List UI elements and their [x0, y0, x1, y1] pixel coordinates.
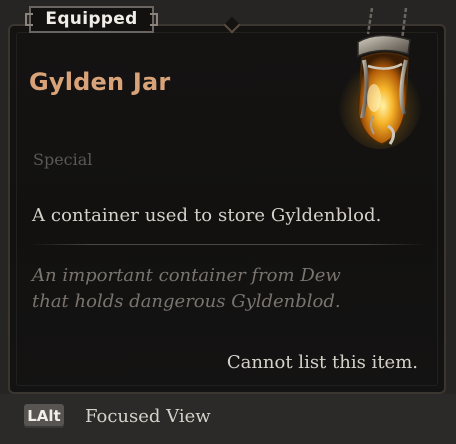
item-name: Gylden Jar [29, 68, 171, 96]
lalt-key-hint[interactable]: LAlt [24, 404, 64, 428]
equipped-badge: Equipped [25, 6, 158, 33]
footer-bar: LAlt Focused View [0, 394, 456, 444]
item-category: Special [33, 150, 93, 169]
gylden-jar-icon [338, 7, 422, 149]
trade-restriction-note: Cannot list this item. [226, 352, 418, 373]
lore-line: that holds dangerous Gyldenblod. [32, 291, 341, 312]
divider [30, 244, 426, 245]
item-tooltip: Equipped Gylden Jar Special A container … [0, 0, 456, 444]
item-lore: An important container from Dew that hol… [32, 263, 412, 315]
focused-view-label: Focused View [85, 406, 211, 427]
panel-top-notch [223, 16, 241, 34]
lore-line: An important container from Dew [32, 265, 341, 286]
item-description: A container used to store Gyldenblod. [32, 205, 382, 226]
